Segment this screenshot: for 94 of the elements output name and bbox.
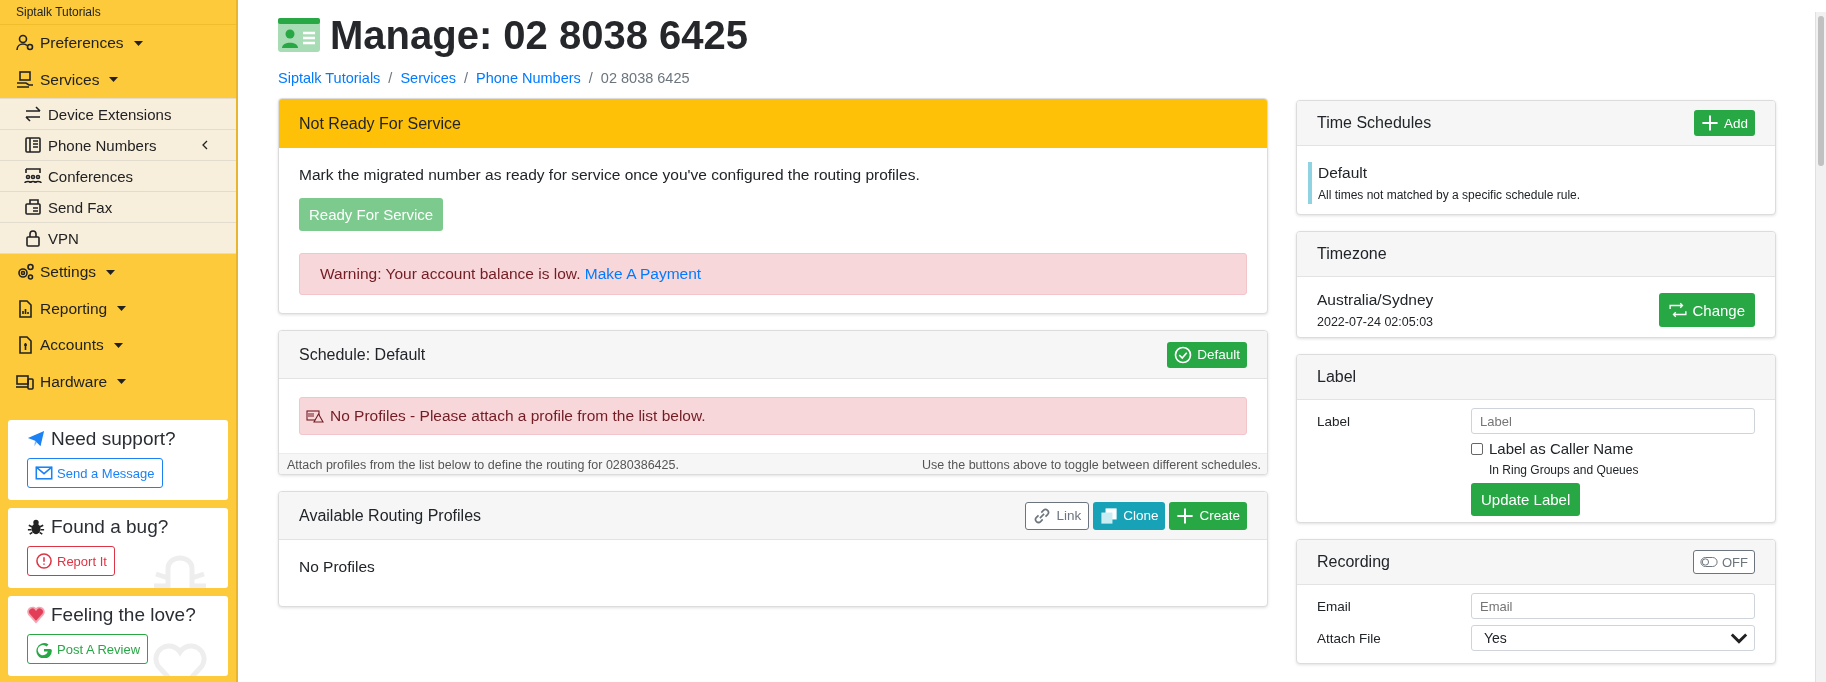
submenu-item[interactable]: VPN (0, 223, 236, 254)
lock-icon (24, 229, 42, 247)
card-title: Need support? (51, 428, 176, 450)
caret-icon (109, 77, 119, 83)
link-icon (1033, 506, 1052, 525)
clone-button[interactable]: Clone (1093, 501, 1166, 530)
change-button[interactable]: Change (1659, 293, 1755, 327)
add-button[interactable]: Add (1693, 110, 1755, 136)
menu-item[interactable]: Reporting (0, 290, 236, 327)
copy-icon (1100, 506, 1119, 525)
card-header-title: Timezone (1317, 245, 1387, 263)
card-title: Found a bug? (51, 516, 169, 538)
timezone-name: Australia/Sydney (1317, 291, 1434, 309)
card-header-title: Available Routing Profiles (299, 506, 482, 525)
footer-note: Use the buttons above to toggle between different schedules. (922, 458, 1261, 472)
card-header-title: Recording (1317, 553, 1390, 571)
caret-icon (133, 40, 143, 46)
link-button[interactable]: Link (1025, 501, 1090, 530)
devices-icon (16, 372, 34, 391)
alert-text: No Profiles - Please attach a profile from the list below. (330, 407, 706, 425)
warning-text: Warning: Your account balance is low. (320, 265, 581, 282)
label-input-field[interactable]: Label (1471, 408, 1755, 434)
arrows-icon (24, 105, 42, 123)
create-button[interactable]: Create (1169, 501, 1247, 530)
caret-icon (106, 269, 115, 275)
card-button[interactable]: Send a Message (27, 458, 163, 488)
card-header-title: Not Ready For Service (299, 114, 461, 133)
checkbox-label: Label as Caller Name (1489, 440, 1634, 457)
instruction-text: Mark the migrated number as ready for service once you've configured the routing profiles. (299, 166, 921, 184)
submenu-item[interactable]: Conferences (0, 161, 236, 192)
checkbox-hint: In Ring Groups and Queues (1489, 463, 1640, 477)
breadcrumb-link[interactable]: Services (400, 70, 456, 86)
caret-icon (117, 379, 127, 385)
menu-item[interactable]: Accounts (0, 327, 236, 364)
check-circle-icon (1174, 345, 1193, 364)
field-label: Attach File (1317, 630, 1382, 646)
submenu-item[interactable]: Send Fax (0, 192, 236, 223)
breadcrumb-link[interactable]: Phone Numbers (476, 70, 581, 86)
email-input-field[interactable]: Email (1471, 593, 1755, 619)
scrollbar[interactable] (1815, 12, 1826, 682)
warning-icon (306, 407, 324, 425)
menu-item[interactable]: Hardware (0, 363, 236, 400)
swap-arrows-icon (1669, 301, 1688, 319)
organization-name: Siptalk Tutorials (0, 0, 236, 25)
submenu-item[interactable]: Device Extensions (0, 99, 236, 130)
envelope-icon (35, 464, 53, 482)
update-label-button[interactable]: Update Label (1471, 483, 1581, 516)
caret-icon (113, 342, 123, 348)
page-title: Manage: 02 8038 6425 (330, 12, 749, 58)
chevron-icon (202, 140, 208, 150)
scrollbar-thumb[interactable] (1818, 16, 1824, 166)
gears-icon (16, 263, 34, 282)
default-button[interactable]: Default (1167, 341, 1247, 368)
menu-item[interactable]: Preferences (0, 25, 236, 62)
menu-item[interactable]: Settings (0, 254, 236, 291)
breadcrumb-link[interactable]: Siptalk Tutorials (278, 70, 381, 86)
invoice-file-icon (16, 336, 34, 355)
fax-icon (24, 198, 42, 216)
card-button[interactable]: Report It (27, 546, 115, 576)
breadcrumb-separator: / (388, 70, 393, 86)
caret-icon (117, 306, 127, 312)
report-file-icon (16, 299, 34, 318)
attach-file-select[interactable]: Yes (1471, 625, 1755, 651)
people-icon (24, 167, 42, 185)
schedule-description: All times not matched by a specific schedule rule. (1318, 188, 1582, 202)
g-logo-icon (35, 640, 53, 658)
schedule-name: Default (1318, 164, 1369, 182)
paper-plane-icon (27, 430, 45, 448)
breadcrumb-separator: / (588, 70, 593, 86)
user-gear-icon (16, 34, 34, 53)
empty-state-text: No Profiles (299, 558, 376, 576)
card-title: Feeling the love? (51, 604, 196, 626)
checkbox[interactable] (1471, 442, 1483, 455)
breadcrumb-separator: / (464, 70, 469, 86)
menu-item[interactable]: Services (0, 61, 236, 98)
field-label: Email (1317, 598, 1352, 614)
submenu-item[interactable]: Phone Numbers (0, 130, 236, 161)
schedule-item[interactable]: Default All times not matched by a specific schedule rule. (1308, 162, 1755, 204)
card-header-title: Time Schedules (1317, 114, 1432, 132)
plus-icon (1700, 114, 1719, 132)
id-card-icon (278, 18, 320, 52)
card-header-title: Label (1317, 368, 1357, 386)
card-button[interactable]: Post A Review (27, 634, 149, 664)
payment-link[interactable]: Make A Payment (584, 265, 702, 282)
phone-book-icon (24, 136, 42, 154)
breadcrumb-current: 02 8038 6425 (600, 70, 690, 86)
field-label: Label (1317, 413, 1352, 429)
timezone-time: 2022-07-24 02:05:03 (1317, 315, 1434, 329)
bug-icon (27, 518, 45, 536)
plus-icon (1176, 506, 1195, 525)
recording-toggle[interactable]: OFF (1693, 550, 1755, 574)
card-header-title: Schedule: Default (299, 345, 426, 364)
footer-note: Attach profiles from the list below to define the routing for 0280386425. (287, 458, 679, 472)
heart-icon (27, 606, 45, 624)
